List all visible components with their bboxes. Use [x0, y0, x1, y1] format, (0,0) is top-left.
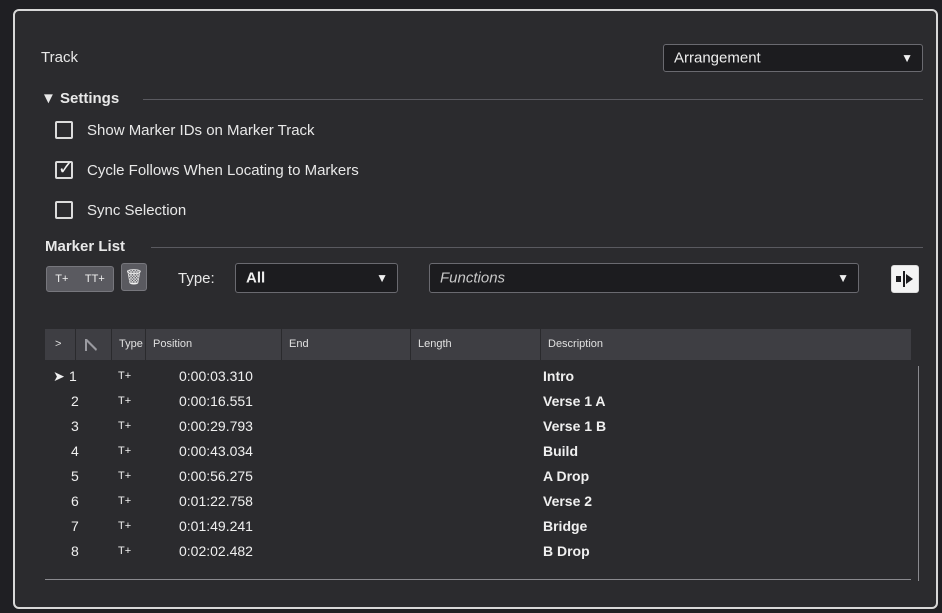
split-arrow-icon	[896, 271, 913, 287]
marker-id: 6	[71, 493, 79, 509]
marker-id: 1	[69, 368, 77, 384]
length-column-header[interactable]: Length	[412, 329, 452, 360]
sync-selection-label: Sync Selection	[87, 202, 187, 219]
table-row[interactable]: 5 T+ 0:00:56.275 A Drop	[45, 465, 911, 489]
delete-marker-button[interactable]: 🗑	[121, 263, 147, 291]
marker-position[interactable]: 0:00:56.275	[179, 468, 253, 484]
table-row[interactable]: 3 T+ 0:00:29.793 Verse 1 B	[45, 415, 911, 439]
active-marker-icon: ➤	[53, 368, 65, 384]
locate-marker-button[interactable]	[891, 265, 919, 293]
type-filter-select[interactable]: All ▼	[235, 263, 398, 293]
type-filter-value: All	[246, 269, 266, 287]
end-column-header[interactable]: End	[283, 329, 309, 360]
table-row[interactable]: 8 T+ 0:02:02.482 B Drop	[45, 540, 911, 564]
settings-section-header[interactable]: ▼ Settings	[41, 90, 119, 107]
trash-icon: 🗑	[124, 269, 144, 286]
marker-position[interactable]: 0:00:03.310	[179, 368, 253, 384]
marker-type-icon: T+	[118, 370, 132, 382]
sync-selection-checkbox[interactable]	[55, 201, 73, 219]
marker-id: 3	[71, 418, 79, 434]
marker-id-icon	[85, 339, 97, 351]
insert-cycle-marker-icon[interactable]: TT+	[85, 273, 105, 285]
marker-list-divider	[151, 247, 923, 248]
marker-window-panel: Track Arrangement ▼ ▼ Settings Show Mark…	[13, 9, 938, 609]
functions-placeholder: Functions	[440, 269, 506, 287]
insert-marker-icon[interactable]: T+	[55, 273, 68, 285]
marker-type-icon: T+	[118, 445, 132, 457]
marker-type-icon: T+	[118, 420, 132, 432]
marker-list-header: Marker List	[45, 238, 126, 255]
table-row[interactable]: 2 T+ 0:00:16.551 Verse 1 A	[45, 390, 911, 414]
add-marker-button-group: T+ TT+	[46, 266, 114, 292]
type-filter-label: Type:	[178, 270, 215, 287]
track-label: Track	[41, 49, 78, 66]
marker-position[interactable]: 0:02:02.482	[179, 543, 253, 559]
track-select[interactable]: Arrangement ▼	[663, 44, 923, 72]
table-row[interactable]: 4 T+ 0:00:43.034 Build	[45, 440, 911, 464]
marker-id: 5	[71, 468, 79, 484]
marker-description[interactable]: Verse 2	[543, 493, 592, 509]
table-scrollbar[interactable]	[918, 366, 919, 581]
marker-position[interactable]: 0:00:29.793	[179, 418, 253, 434]
type-column-header[interactable]: Type	[113, 329, 143, 360]
show-marker-ids-checkbox[interactable]	[55, 121, 73, 139]
marker-type-icon: T+	[118, 470, 132, 482]
marker-position[interactable]: 0:01:49.241	[179, 518, 253, 534]
marker-type-icon: T+	[118, 520, 132, 532]
chevron-down-icon: ▼	[376, 271, 388, 285]
marker-position[interactable]: 0:00:16.551	[179, 393, 253, 409]
marker-description[interactable]: Bridge	[543, 518, 587, 534]
table-bottom-divider	[45, 579, 911, 580]
table-row[interactable]: 6 T+ 0:01:22.758 Verse 2	[45, 490, 911, 514]
chevron-down-icon: ▼	[901, 51, 913, 65]
marker-description[interactable]: B Drop	[543, 543, 590, 559]
marker-description[interactable]: A Drop	[543, 468, 589, 484]
cycle-follows-label: Cycle Follows When Locating to Markers	[87, 162, 359, 179]
marker-description[interactable]: Verse 1 A	[543, 393, 606, 409]
marker-id: 4	[71, 443, 79, 459]
marker-type-icon: T+	[118, 545, 132, 557]
marker-description[interactable]: Verse 1 B	[543, 418, 606, 434]
marker-id: 2	[71, 393, 79, 409]
marker-table-header: > Type Position End Length Description	[45, 329, 911, 360]
functions-select[interactable]: Functions ▼	[429, 263, 859, 293]
table-row[interactable]: ➤ 1 T+ 0:00:03.310 Intro	[45, 365, 911, 389]
show-marker-ids-label: Show Marker IDs on Marker Track	[87, 122, 315, 139]
track-select-value: Arrangement	[674, 49, 761, 67]
marker-position[interactable]: 0:00:43.034	[179, 443, 253, 459]
chevron-down-icon: ▼	[837, 271, 849, 285]
marker-type-icon: T+	[118, 395, 132, 407]
marker-id: 8	[71, 543, 79, 559]
marker-description[interactable]: Build	[543, 443, 578, 459]
id-column-header[interactable]	[79, 329, 109, 360]
position-column-header[interactable]: Position	[147, 329, 192, 360]
checkmark-icon: ✓	[58, 158, 74, 178]
expand-column-header[interactable]: >	[49, 329, 61, 360]
table-row[interactable]: 7 T+ 0:01:49.241 Bridge	[45, 515, 911, 539]
marker-position[interactable]: 0:01:22.758	[179, 493, 253, 509]
marker-description[interactable]: Intro	[543, 368, 574, 384]
description-column-header[interactable]: Description	[542, 329, 603, 360]
cycle-follows-checkbox[interactable]: ✓	[55, 158, 74, 179]
marker-id: 7	[71, 518, 79, 534]
marker-type-icon: T+	[118, 495, 132, 507]
settings-divider	[143, 99, 923, 100]
